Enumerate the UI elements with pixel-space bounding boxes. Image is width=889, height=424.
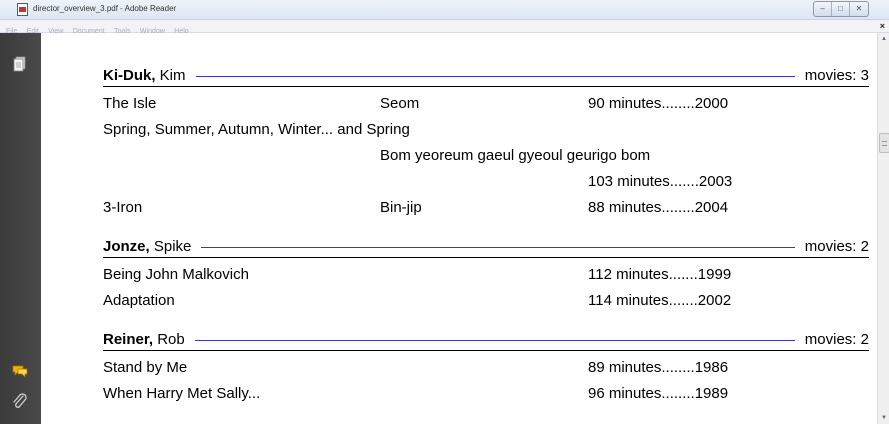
movie-row: Being John Malkovich 112 minutes.......1… <box>103 265 869 291</box>
movie-year: 2003 <box>698 173 733 190</box>
movie-length-text: 89 minutes <box>588 359 662 376</box>
leader-dots: ........ <box>661 95 695 112</box>
scroll-up-arrow-icon[interactable]: ▲ <box>881 36 887 42</box>
menu-bar: File Edit View Document Tools Window Hel… <box>0 20 889 35</box>
movie-row-continued: Bom yeoreum gaeul gyeoul geurigo bom <box>103 146 869 172</box>
movie-row-continued: 103 minutes.......2003 <box>103 172 869 198</box>
movie-count: movies: 3 <box>794 66 869 86</box>
window-controls: – □ ✕ <box>813 1 869 17</box>
movie-title: The Isle <box>103 95 157 112</box>
movie-year: 2002 <box>697 292 732 309</box>
director-last-name: Reiner, <box>103 331 154 348</box>
movie-year: 1989 <box>694 385 729 402</box>
movie-length: 89 minutes........1986 <box>588 358 728 378</box>
movie-year: 1999 <box>697 266 732 283</box>
movie-length-text: 114 minutes <box>588 292 669 309</box>
director-first-name: Kim <box>159 67 186 84</box>
paperclip-icon[interactable] <box>10 392 30 412</box>
movie-row: 3-Iron Bin-jip 88 minutes........2004 <box>103 198 869 224</box>
director-name: Ki-Duk, Kim <box>103 66 196 87</box>
movie-title: When Harry Met Sally... <box>103 385 261 402</box>
director-underline <box>103 257 869 258</box>
adobe-reader-icon <box>17 3 28 16</box>
director-underline <box>103 350 869 351</box>
movie-row: Spring, Summer, Autumn, Winter... and Sp… <box>103 120 869 146</box>
movie-length-text: 88 minutes <box>588 199 662 216</box>
navigation-pane <box>0 33 41 424</box>
movie-count: movies: 2 <box>794 330 869 350</box>
movie-title: Spring, Summer, Autumn, Winter... and Sp… <box>103 121 410 138</box>
maximize-button[interactable]: □ <box>832 2 850 16</box>
movie-count: movies: 2 <box>794 237 869 257</box>
director-first-name: Spike <box>153 238 192 255</box>
movie-length: 112 minutes.......1999 <box>588 265 731 285</box>
close-document-button[interactable]: × <box>880 20 885 32</box>
leader-dots: ....... <box>668 266 698 283</box>
movie-length-text: 90 minutes <box>588 95 662 112</box>
movie-length: 103 minutes.......2003 <box>588 172 732 192</box>
comments-icon[interactable] <box>10 360 30 380</box>
movie-length-text: 96 minutes <box>588 385 662 402</box>
director-name: Reiner, Rob <box>103 330 195 351</box>
document-page: Ki-Duk, Kim movies: 3 The Isle Seom 90 m… <box>41 33 877 424</box>
movie-row: Adaptation 114 minutes.......2002 <box>103 291 869 317</box>
minimize-button[interactable]: – <box>814 2 832 16</box>
close-button[interactable]: ✕ <box>850 2 868 16</box>
scroll-down-arrow-icon[interactable]: ▼ <box>881 415 887 421</box>
director-list: Ki-Duk, Kim movies: 3 The Isle Seom 90 m… <box>103 66 869 410</box>
movie-length: 88 minutes........2004 <box>588 198 728 218</box>
movie-original-title: Bin-jip <box>380 199 422 216</box>
movie-year: 2004 <box>694 199 729 216</box>
movie-title: Being John Malkovich <box>103 266 249 283</box>
director-last-name: Ki-Duk, <box>103 67 156 84</box>
leader-dots: ....... <box>669 173 699 190</box>
director-header: Jonze, Spike movies: 2 <box>103 237 869 265</box>
director-rule <box>103 76 869 77</box>
director-rule <box>103 247 869 248</box>
movie-length: 114 minutes.......2002 <box>588 291 731 311</box>
leader-dots: ........ <box>661 359 695 376</box>
movie-year: 1986 <box>694 359 729 376</box>
scroll-thumb[interactable] <box>879 133 889 153</box>
director-header: Ki-Duk, Kim movies: 3 <box>103 66 869 94</box>
movie-original-title: Seom <box>380 95 420 112</box>
director-last-name: Jonze, <box>103 238 150 255</box>
pages-icon[interactable] <box>10 55 30 75</box>
window-title: director_overview_3.pdf - Adobe Reader <box>33 4 177 13</box>
vertical-scrollbar[interactable]: ▲ ▼ <box>877 33 889 424</box>
director-name: Jonze, Spike <box>103 237 202 258</box>
movie-row: When Harry Met Sally... 96 minutes......… <box>103 384 869 410</box>
movie-length-text: 103 minutes <box>588 173 670 190</box>
movie-year: 2000 <box>694 95 729 112</box>
movie-title: Adaptation <box>103 292 175 309</box>
leader-dots: ........ <box>661 199 695 216</box>
movie-length: 96 minutes........1989 <box>588 384 728 404</box>
title-bar: director_overview_3.pdf - Adobe Reader –… <box>0 0 889 20</box>
director-first-name: Rob <box>157 331 185 348</box>
movie-row: The Isle Seom 90 minutes........2000 <box>103 94 869 120</box>
director-underline <box>103 86 869 87</box>
movie-length-text: 112 minutes <box>588 266 669 283</box>
director-header: Reiner, Rob movies: 2 <box>103 330 869 358</box>
movie-length: 90 minutes........2000 <box>588 94 728 114</box>
movie-title: Stand by Me <box>103 359 188 376</box>
movie-row: Stand by Me 89 minutes........1986 <box>103 358 869 384</box>
movie-original-title: Bom yeoreum gaeul gyeoul geurigo bom <box>380 147 651 164</box>
director-rule <box>103 340 869 341</box>
leader-dots: ....... <box>668 292 698 309</box>
movie-title: 3-Iron <box>103 199 143 216</box>
leader-dots: ........ <box>661 385 695 402</box>
